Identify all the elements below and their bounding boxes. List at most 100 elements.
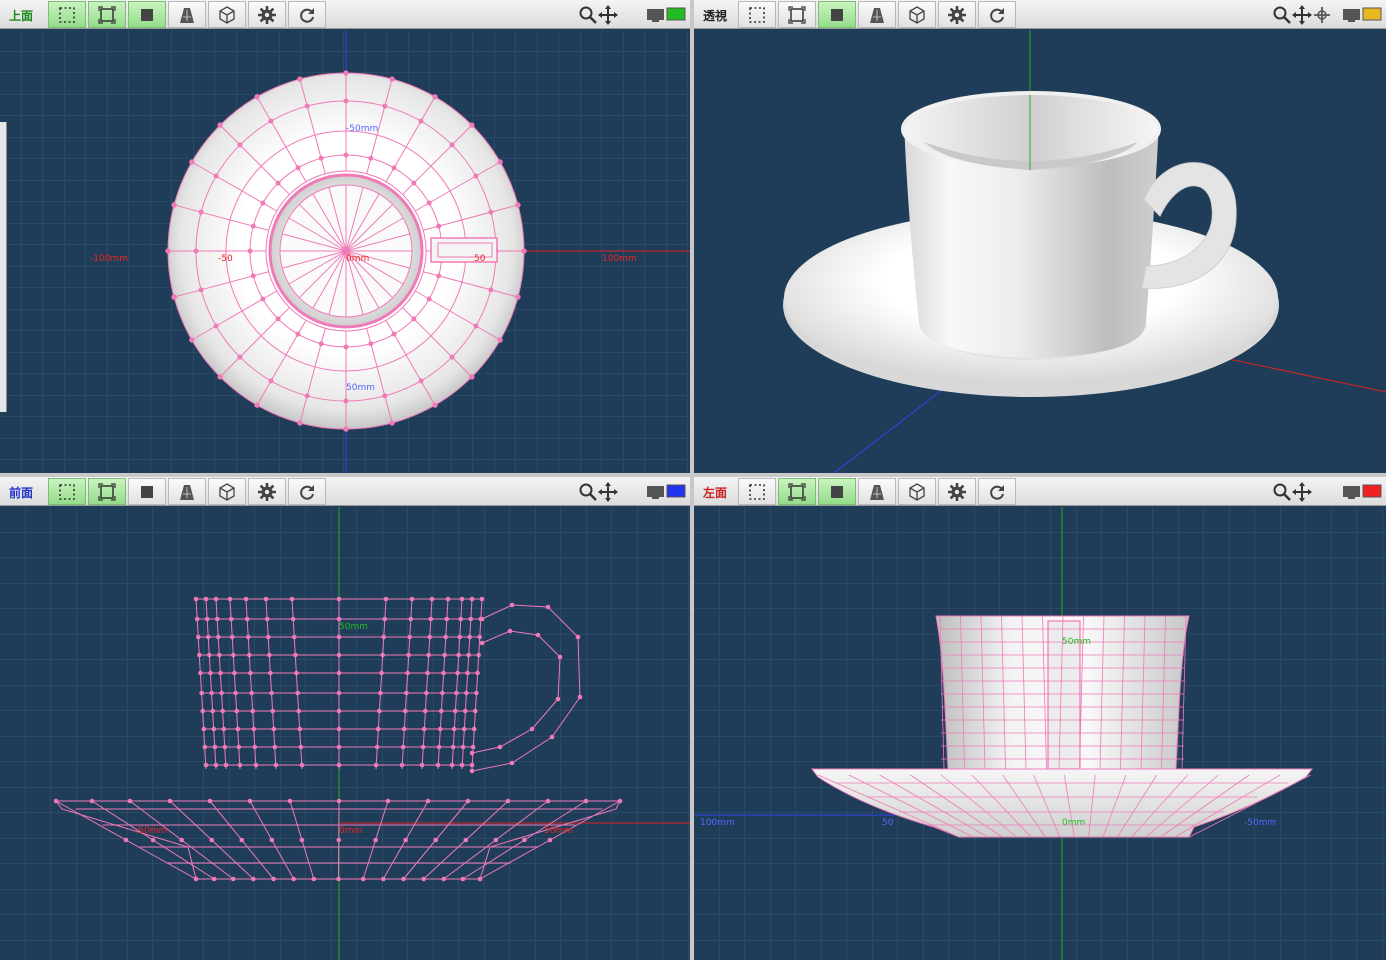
axis-label: 50mm — [339, 622, 368, 632]
wire-vertex — [421, 726, 427, 732]
zoom-icon[interactable] — [578, 5, 598, 25]
side-panel-strip[interactable] — [0, 122, 7, 412]
wire-vertex — [275, 180, 281, 186]
cube-icon — [219, 5, 235, 24]
wire-vertex — [547, 837, 553, 843]
select-region-button[interactable] — [738, 478, 776, 505]
wire-vertex — [375, 726, 381, 732]
wire-vertex — [469, 768, 475, 774]
wire-vertex — [270, 708, 276, 714]
viewport-canvas-perspective[interactable] — [694, 30, 1386, 473]
wire-vertex — [451, 726, 457, 732]
fit-rect-icon — [788, 5, 806, 24]
wire-vertex — [273, 762, 279, 768]
refresh-button[interactable] — [978, 478, 1016, 505]
wire-vertex — [575, 634, 581, 640]
viewport-left[interactable]: 左面 50mm 100mm 50 0mm -50mm — [694, 477, 1386, 960]
viewport-canvas-front[interactable]: 50mm -50mm 0mm 50mm — [0, 507, 690, 960]
wire-vertex — [208, 670, 213, 676]
wire-vertex — [271, 726, 277, 732]
axis-label: 50mm — [1062, 637, 1091, 647]
wire-vertex — [247, 798, 253, 804]
viewport-front[interactable]: 前面 50mm -50mm 0mm 50mm — [0, 477, 690, 960]
wire-vertex — [235, 726, 241, 732]
move-icon[interactable] — [1292, 482, 1312, 502]
viewport-label: 上面 — [9, 9, 34, 23]
viewport-perspective[interactable]: 透視 — [694, 0, 1386, 473]
wire-vertex — [472, 708, 478, 714]
fit-rect-icon — [98, 482, 116, 501]
wire-vertex — [557, 654, 563, 660]
zoom-icon[interactable] — [1272, 482, 1292, 502]
wire-vertex — [297, 726, 303, 732]
settings-button[interactable] — [938, 1, 976, 28]
display-solid-button[interactable] — [818, 478, 856, 505]
display-cube-button[interactable] — [898, 478, 936, 505]
wire-vertex — [407, 634, 413, 640]
wire-vertex — [336, 837, 342, 843]
monitor-icon[interactable] — [646, 484, 686, 500]
move-icon[interactable] — [598, 482, 618, 502]
wire-vertex — [429, 596, 435, 602]
select-region-button[interactable] — [48, 1, 86, 28]
wire-vertex — [463, 837, 469, 843]
monitor-icon[interactable] — [1342, 484, 1382, 500]
viewport-canvas-top[interactable]: -50mm -100mm -50 0mm 50 100mm 50mm — [0, 30, 690, 473]
display-solid-button[interactable] — [128, 1, 166, 28]
display-perspective-button[interactable] — [858, 478, 896, 505]
select-fit-button[interactable] — [88, 1, 126, 28]
wire-vertex — [193, 876, 199, 882]
display-cube-button[interactable] — [898, 1, 936, 28]
refresh-button[interactable] — [288, 478, 326, 505]
wire-vertex — [549, 734, 555, 740]
refresh-button[interactable] — [978, 1, 1016, 28]
wire-vertex — [444, 616, 450, 622]
zoom-icon[interactable] — [578, 482, 598, 502]
wire-vertex — [476, 652, 481, 658]
select-region-button[interactable] — [48, 478, 86, 505]
viewport-canvas-left[interactable]: 50mm 100mm 50 0mm -50mm — [694, 507, 1386, 960]
wire-vertex — [418, 378, 424, 384]
settings-button[interactable] — [938, 478, 976, 505]
wire-vertex — [214, 616, 220, 622]
axis-label: 0mm — [339, 826, 362, 836]
display-cube-button[interactable] — [208, 478, 246, 505]
wire-vertex — [304, 393, 310, 399]
wire-vertex — [299, 837, 305, 843]
frustum-icon — [180, 484, 194, 500]
refresh-button[interactable] — [288, 1, 326, 28]
fit-rect-icon — [98, 5, 116, 24]
rotate-icon[interactable] — [1312, 5, 1332, 25]
viewport-top[interactable]: 上面 -50mm -100mm -50 0mm 50 100mm 50mm — [0, 0, 690, 473]
wire-vertex — [457, 634, 463, 640]
settings-button[interactable] — [248, 478, 286, 505]
monitor-icon[interactable] — [646, 7, 686, 23]
zoom-icon[interactable] — [1272, 5, 1292, 25]
display-perspective-button[interactable] — [858, 1, 896, 28]
wire-vertex — [336, 876, 341, 882]
monitor-icon[interactable] — [1342, 7, 1382, 23]
wire-vertex — [467, 634, 473, 640]
wire-vertex — [193, 596, 199, 602]
wire-vertex — [336, 634, 342, 640]
wire-vertex — [515, 294, 521, 300]
select-fit-button[interactable] — [88, 478, 126, 505]
settings-button[interactable] — [248, 1, 286, 28]
select-fit-button[interactable] — [778, 1, 816, 28]
wire-vertex — [343, 70, 349, 76]
display-perspective-button[interactable] — [168, 478, 206, 505]
wire-vertex — [555, 696, 561, 702]
wire-vertex — [203, 596, 209, 602]
display-cube-button[interactable] — [208, 1, 246, 28]
wire-vertex — [505, 798, 511, 804]
wire-vertex — [298, 744, 304, 750]
wire-vertex — [382, 393, 388, 399]
display-solid-button[interactable] — [128, 478, 166, 505]
move-icon[interactable] — [598, 5, 618, 25]
display-solid-button[interactable] — [818, 1, 856, 28]
select-region-button[interactable] — [738, 1, 776, 28]
move-icon[interactable] — [1292, 5, 1312, 25]
display-perspective-button[interactable] — [168, 1, 206, 28]
select-fit-button[interactable] — [778, 478, 816, 505]
cube-icon — [219, 482, 235, 501]
